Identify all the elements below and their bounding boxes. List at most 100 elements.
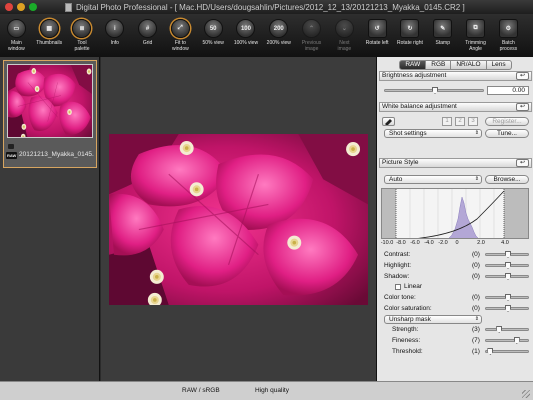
linear-checkbox[interactable]: [395, 284, 401, 290]
picture-style-select[interactable]: Auto ⇕: [384, 175, 482, 184]
curve-axis-tick: 0: [455, 240, 459, 246]
next-image-button[interactable]: ⌄ Next image: [328, 14, 361, 57]
tab-raw[interactable]: RAW: [399, 60, 427, 70]
close-window-button[interactable]: [5, 3, 13, 11]
document-icon: [65, 2, 72, 12]
color-saturation-value: (0): [472, 305, 480, 312]
fineness-label: Fineness:: [392, 337, 421, 344]
curve-axis: -10.0 -8.0 -6.0 -4.0 -2.0 0 2.0 4.0: [381, 240, 529, 247]
toolbar-label: 50% view: [202, 40, 224, 46]
grid-button[interactable]: # Grid: [131, 14, 164, 57]
toolbar-label: 100% view: [233, 40, 259, 46]
info-button[interactable]: i Info: [98, 14, 131, 57]
contrast-value: (0): [472, 251, 480, 258]
curve-axis-tick: -10.0: [380, 240, 394, 246]
highlight-slider[interactable]: [485, 262, 529, 269]
color-tone-slider[interactable]: [485, 294, 529, 301]
sharpness-select[interactable]: Unsharp mask ⇕: [384, 315, 482, 324]
batch-process-button[interactable]: ⚙ Batch process: [492, 14, 525, 57]
resize-grip[interactable]: [522, 390, 530, 398]
minimize-window-button[interactable]: [17, 3, 25, 11]
brightness-reset-button[interactable]: ↩: [516, 72, 529, 80]
toolbar-label: Thumbnails: [36, 40, 63, 46]
thumbnail-item[interactable]: RAW 20121213_Myakka_0145.CR2: [3, 60, 97, 168]
strength-slider[interactable]: [485, 326, 529, 333]
color-tone-slider-knob[interactable]: [505, 294, 511, 301]
fineness-slider[interactable]: [485, 337, 529, 344]
color-space-status: RAW / sRGB: [182, 387, 220, 394]
tune-button[interactable]: Tune...: [485, 129, 529, 138]
curve-axis-tick: -8.0: [396, 240, 406, 246]
color-saturation-slider-knob[interactable]: [505, 305, 511, 312]
brightness-value-field[interactable]: 0.00: [487, 86, 529, 95]
toolbar-label: Next image: [337, 40, 352, 52]
threshold-value: (1): [472, 348, 480, 355]
brightness-slider[interactable]: [384, 87, 484, 94]
browse-button[interactable]: Browse...: [485, 175, 529, 184]
toolbar: ▭ Main window ▦ Thumbnails ≣ Tool palette i Inf…: [0, 14, 533, 57]
curve-axis-tick: 4.0: [501, 240, 509, 246]
tab-nralo[interactable]: NR/ALO: [451, 60, 487, 70]
rotate-left-button[interactable]: ↺ Rotate left: [361, 14, 394, 57]
rotate-right-icon: ↻: [400, 19, 420, 38]
toolbar-label: 200% view: [266, 40, 291, 46]
wb-custom-1[interactable]: 1: [442, 117, 452, 126]
picture-style-reset-button[interactable]: ↩: [516, 159, 529, 167]
register-button[interactable]: Register...: [485, 117, 529, 126]
contrast-slider[interactable]: [485, 251, 529, 258]
thumbnails-button[interactable]: ▦ Thumbnails: [33, 14, 66, 57]
toolbar-label: Rotate left: [365, 40, 389, 46]
fineness-value: (7): [472, 337, 480, 344]
stamp-button[interactable]: ✎ Stamp: [426, 14, 459, 57]
thumbnail-pane: RAW 20121213_Myakka_0145.CR2: [0, 57, 100, 381]
white-balance-reset-button[interactable]: ↩: [516, 103, 529, 111]
tool-palette: RAW RGB NR/ALO Lens Brightness adjustment ↩…: [376, 57, 533, 381]
shadow-slider-knob[interactable]: [505, 273, 511, 280]
main-window-button[interactable]: ▭ Main window: [0, 14, 33, 57]
white-balance-select-value: Shot settings: [389, 130, 427, 137]
previous-image-button[interactable]: ⌃ Previous image: [295, 14, 328, 57]
wb-custom-2[interactable]: 2: [455, 117, 465, 126]
tab-rgb[interactable]: RGB: [426, 60, 452, 70]
highlight-value: (0): [472, 262, 480, 269]
wb-custom-3[interactable]: 3: [468, 117, 478, 126]
zoom-100-icon: 100: [236, 19, 256, 38]
tab-lens[interactable]: Lens: [486, 60, 512, 70]
color-saturation-slider[interactable]: [485, 305, 529, 312]
zoom-window-button[interactable]: [29, 3, 37, 11]
brightness-section-header: Brightness adjustment ↩: [379, 71, 532, 81]
zoom-200-button[interactable]: 200 200% view: [262, 14, 295, 57]
toolbar-label: Batch process: [499, 40, 518, 52]
trimming-angle-button[interactable]: ⧉ Trimming Angle: [459, 14, 492, 57]
threshold-slider-knob[interactable]: [487, 348, 494, 355]
strength-value: (3): [472, 326, 480, 333]
rotate-right-button[interactable]: ↻ Rotate right: [394, 14, 427, 57]
eyedropper-icon: [385, 119, 392, 126]
toolbar-label: Tool palette: [74, 40, 90, 52]
threshold-slider[interactable]: [485, 348, 529, 355]
batch-process-icon: ⚙: [498, 19, 518, 38]
eyedropper-button[interactable]: [382, 117, 395, 126]
fineness-slider-knob[interactable]: [513, 337, 520, 344]
image-preview-area: [101, 57, 376, 381]
curve-axis-tick: -2.0: [438, 240, 448, 246]
tool-palette-button[interactable]: ≣ Tool palette: [66, 14, 99, 57]
strength-slider-knob[interactable]: [496, 326, 503, 333]
curve-axis-tick: -6.0: [410, 240, 420, 246]
fit-to-window-button[interactable]: ⤢ Fit to window: [164, 14, 197, 57]
brightness-slider-knob[interactable]: [432, 87, 438, 94]
contrast-slider-knob[interactable]: [505, 251, 511, 258]
shadow-slider[interactable]: [485, 273, 529, 280]
white-balance-select[interactable]: Shot settings ⇕: [384, 129, 482, 138]
main-image: [109, 134, 368, 305]
chevron-updown-icon: ⇕: [474, 130, 479, 136]
color-tone-label: Color tone:: [384, 294, 416, 301]
color-saturation-label: Color saturation:: [384, 305, 432, 312]
toolbar-label: Trimming Angle: [465, 40, 486, 52]
tone-curve-histogram[interactable]: [381, 188, 529, 239]
zoom-50-button[interactable]: 50 50% view: [197, 14, 230, 57]
tool-palette-icon: ≣: [72, 19, 92, 38]
highlight-slider-knob[interactable]: [505, 262, 511, 269]
zoom-100-button[interactable]: 100 100% view: [230, 14, 263, 57]
toolbar-label: Stamp: [435, 40, 450, 46]
